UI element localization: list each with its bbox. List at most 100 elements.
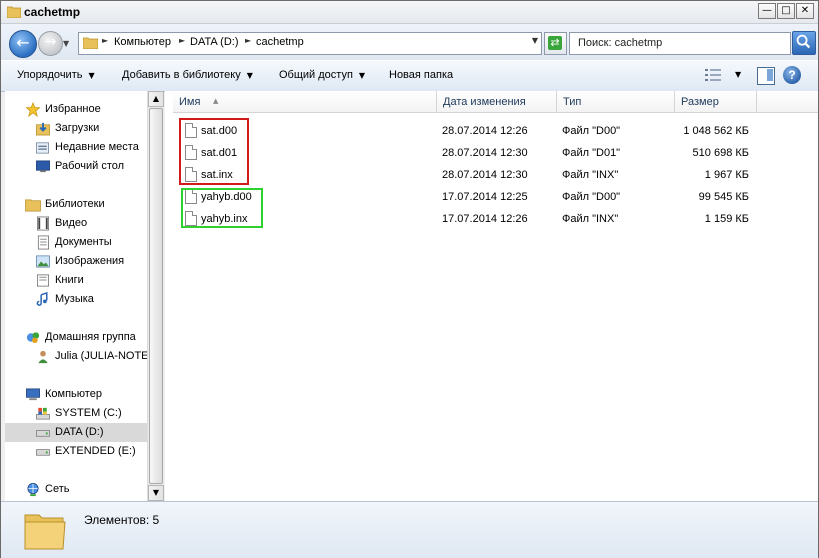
scroll-up-icon[interactable]: ▲ <box>148 91 164 107</box>
nav-recent-places[interactable]: Недавние места <box>35 138 145 157</box>
nav-video-label: Видео <box>55 217 88 229</box>
nav-favorites-label: Избранное <box>45 103 101 115</box>
nav-documents[interactable]: Документы <box>35 233 145 252</box>
table-row[interactable]: sat.d01 28.07.2014 12:30 Файл "D01" 510 … <box>165 142 818 164</box>
scroll-down-icon[interactable]: ▼ <box>148 485 164 501</box>
refresh-button[interactable]: ⇄ <box>544 32 567 55</box>
star-icon <box>25 102 41 117</box>
nav-downloads[interactable]: Загрузки <box>35 119 145 138</box>
nav-drive-d[interactable]: DATA (D:) <box>35 423 145 442</box>
view-dropdown-icon[interactable]: ▼ <box>735 70 741 79</box>
sort-ascending-icon: ▲ <box>213 97 219 105</box>
nav-downloads-label: Загрузки <box>55 122 100 134</box>
file-size: 510 698 КБ <box>692 147 749 159</box>
nav-music-label: Музыка <box>55 293 94 305</box>
breadcrumb-computer[interactable]: Компьютер <box>114 36 171 48</box>
file-size: 1 967 КБ <box>704 169 749 181</box>
column-size[interactable]: Размер <box>675 91 757 113</box>
search-button[interactable] <box>792 31 816 55</box>
music-icon <box>36 292 48 306</box>
nav-computer-label: Компьютер <box>45 388 102 400</box>
homegroup-icon <box>26 332 40 344</box>
nav-scrollbar[interactable]: ▲ ▼ <box>147 91 164 501</box>
breadcrumb-separator-icon[interactable]: ► <box>179 36 185 45</box>
add-to-library-label: Добавить в библиотеку <box>122 69 241 81</box>
nav-computer[interactable]: Компьютер <box>25 385 145 404</box>
column-type[interactable]: Тип <box>557 91 675 113</box>
nav-network-label: Сеть <box>45 483 70 495</box>
breadcrumb-separator-icon[interactable]: ► <box>102 36 108 45</box>
drive-icon <box>36 430 50 437</box>
address-dropdown-icon[interactable]: ▼ <box>532 36 538 45</box>
nav-books[interactable]: Книги <box>35 271 145 290</box>
nav-libraries-label: Библиотеки <box>45 198 105 210</box>
breadcrumb-drive[interactable]: DATA (D:) <box>190 36 238 48</box>
file-list: Имя ▲ Дата изменения Тип Размер sat.d00 … <box>165 91 818 501</box>
nav-drive-e-label: EXTENDED (E:) <box>55 445 136 457</box>
nav-drive-c[interactable]: SYSTEM (C:) <box>35 404 145 423</box>
window-title: cachetmp <box>24 5 81 19</box>
column-name[interactable]: Имя ▲ <box>173 91 437 113</box>
share-button[interactable]: Общий доступ ▼ <box>279 69 365 81</box>
column-type-label: Тип <box>563 96 582 108</box>
table-row[interactable]: sat.d00 28.07.2014 12:26 Файл "D00" 1 04… <box>165 120 818 142</box>
navigation-pane: Избранное Загрузки Недавние места Рабочи… <box>5 91 147 501</box>
nav-video[interactable]: Видео <box>35 214 145 233</box>
file-type: Файл "D00" <box>562 125 621 137</box>
maximize-button[interactable]: □ <box>777 3 795 19</box>
nav-drive-d-label: DATA (D:) <box>55 426 104 438</box>
explorer-window: cachetmp — □ ✕ ← → ▼ ► Компьютер ► DATA … <box>0 0 819 558</box>
file-size: 1 048 562 КБ <box>683 125 749 137</box>
help-icon[interactable]: ? <box>783 66 801 84</box>
nav-desktop[interactable]: Рабочий стол <box>35 157 145 176</box>
forward-button[interactable]: → <box>38 31 63 56</box>
table-row[interactable]: sat.inx 28.07.2014 12:30 Файл "INX" 1 96… <box>165 164 818 186</box>
minimize-button[interactable]: — <box>758 3 776 19</box>
preview-pane-icon[interactable] <box>757 67 775 85</box>
organize-button[interactable]: Упорядочить ▼ <box>17 69 95 81</box>
back-button[interactable]: ← <box>9 30 37 58</box>
breadcrumb-separator-icon[interactable]: ► <box>245 36 251 45</box>
search-placeholder: Поиск: cachetmp <box>578 37 663 49</box>
file-date: 28.07.2014 12:30 <box>442 169 528 181</box>
user-icon <box>38 350 48 364</box>
documents-icon <box>37 235 49 250</box>
folder-icon <box>24 514 66 550</box>
nav-music[interactable]: Музыка <box>35 290 145 309</box>
pictures-icon <box>36 255 50 268</box>
column-size-label: Размер <box>681 96 719 108</box>
history-dropdown-icon[interactable]: ▼ <box>63 39 73 48</box>
close-button[interactable]: ✕ <box>796 3 814 19</box>
organize-label: Упорядочить <box>17 69 83 81</box>
nav-pictures-label: Изображения <box>55 255 125 267</box>
title-bar: cachetmp — □ ✕ <box>1 1 818 24</box>
nav-network[interactable]: Сеть <box>25 480 145 499</box>
nav-favorites[interactable]: Избранное <box>25 100 145 119</box>
view-options-icon[interactable] <box>705 68 721 82</box>
scroll-thumb[interactable] <box>149 108 163 484</box>
recent-places-icon <box>36 142 49 154</box>
nav-homegroup[interactable]: Домашняя группа <box>25 328 145 347</box>
item-count: Элементов: 5 <box>84 513 160 527</box>
new-folder-button[interactable]: Новая папка <box>389 69 453 81</box>
share-label: Общий доступ <box>279 69 353 81</box>
chevron-down-icon: ▼ <box>358 71 366 80</box>
nav-libraries[interactable]: Библиотеки <box>25 195 145 214</box>
highlight-box-yahyb <box>181 188 263 228</box>
drive-icon <box>36 449 50 456</box>
address-bar[interactable]: ► Компьютер ► DATA (D:) ► cachetmp ▼ <box>78 32 542 55</box>
folder-icon <box>7 6 21 18</box>
libraries-icon <box>25 199 41 212</box>
nav-pictures[interactable]: Изображения <box>35 252 145 271</box>
file-size: 1 159 КБ <box>704 213 749 225</box>
folder-icon <box>83 37 98 49</box>
add-to-library-button[interactable]: Добавить в библиотеку ▼ <box>122 69 253 81</box>
nav-drive-e[interactable]: EXTENDED (E:) <box>35 442 145 461</box>
video-icon <box>37 216 49 231</box>
search-input[interactable]: Поиск: cachetmp <box>569 32 791 55</box>
breadcrumb-folder[interactable]: cachetmp <box>256 36 304 48</box>
column-date-label: Дата изменения <box>443 96 526 108</box>
search-icon <box>796 34 811 49</box>
column-date[interactable]: Дата изменения <box>437 91 557 113</box>
nav-user-julia[interactable]: Julia (JULIA-NOTEE <box>35 347 147 366</box>
